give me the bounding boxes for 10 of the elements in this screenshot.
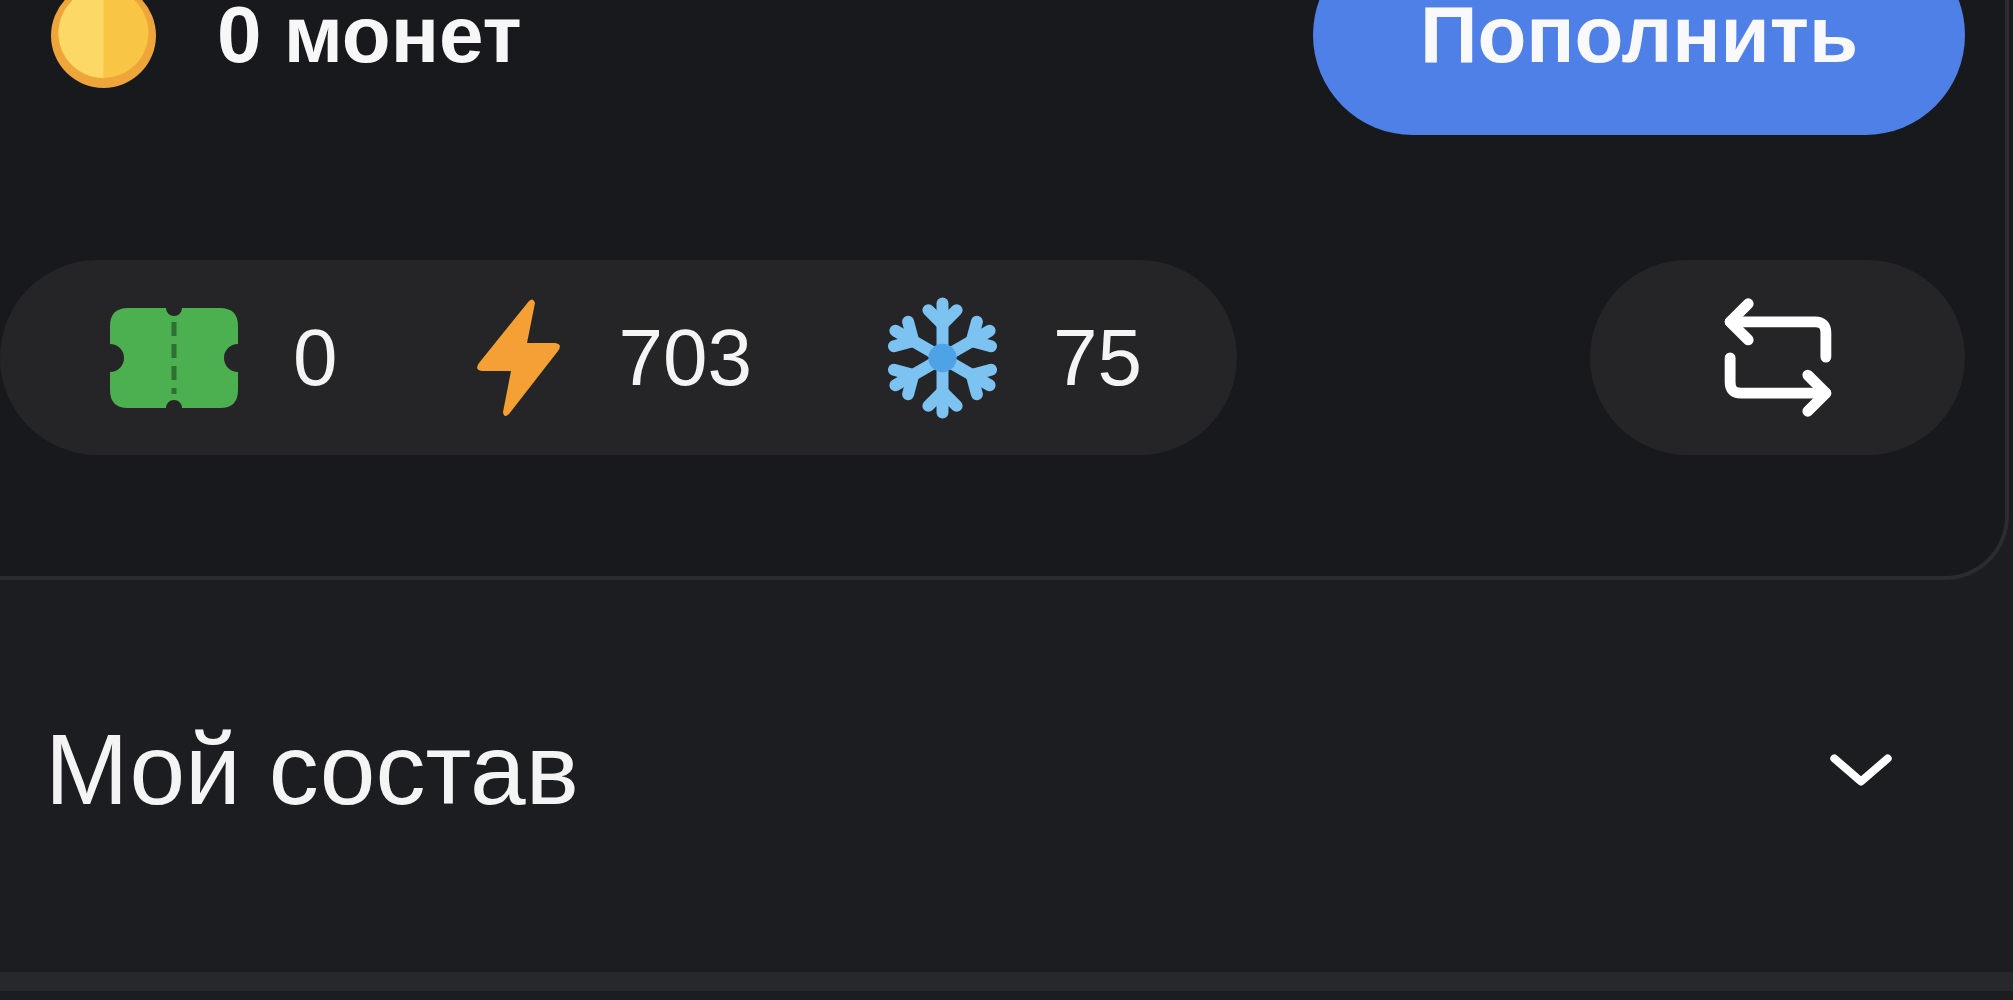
coin-balance: 0 монет bbox=[217, 0, 522, 75]
stat-value: 703 bbox=[618, 317, 752, 398]
chevron-down-icon[interactable] bbox=[1829, 752, 1893, 787]
coin-icon bbox=[51, 0, 156, 88]
top-up-button[interactable]: Пополнить bbox=[1313, 0, 1965, 135]
section-title[interactable]: Мой состав bbox=[45, 712, 579, 827]
snowflake-icon bbox=[887, 296, 998, 419]
stat-value: 75 bbox=[1053, 317, 1142, 398]
stat-value: 0 bbox=[293, 317, 338, 398]
ticket-icon bbox=[110, 307, 238, 408]
